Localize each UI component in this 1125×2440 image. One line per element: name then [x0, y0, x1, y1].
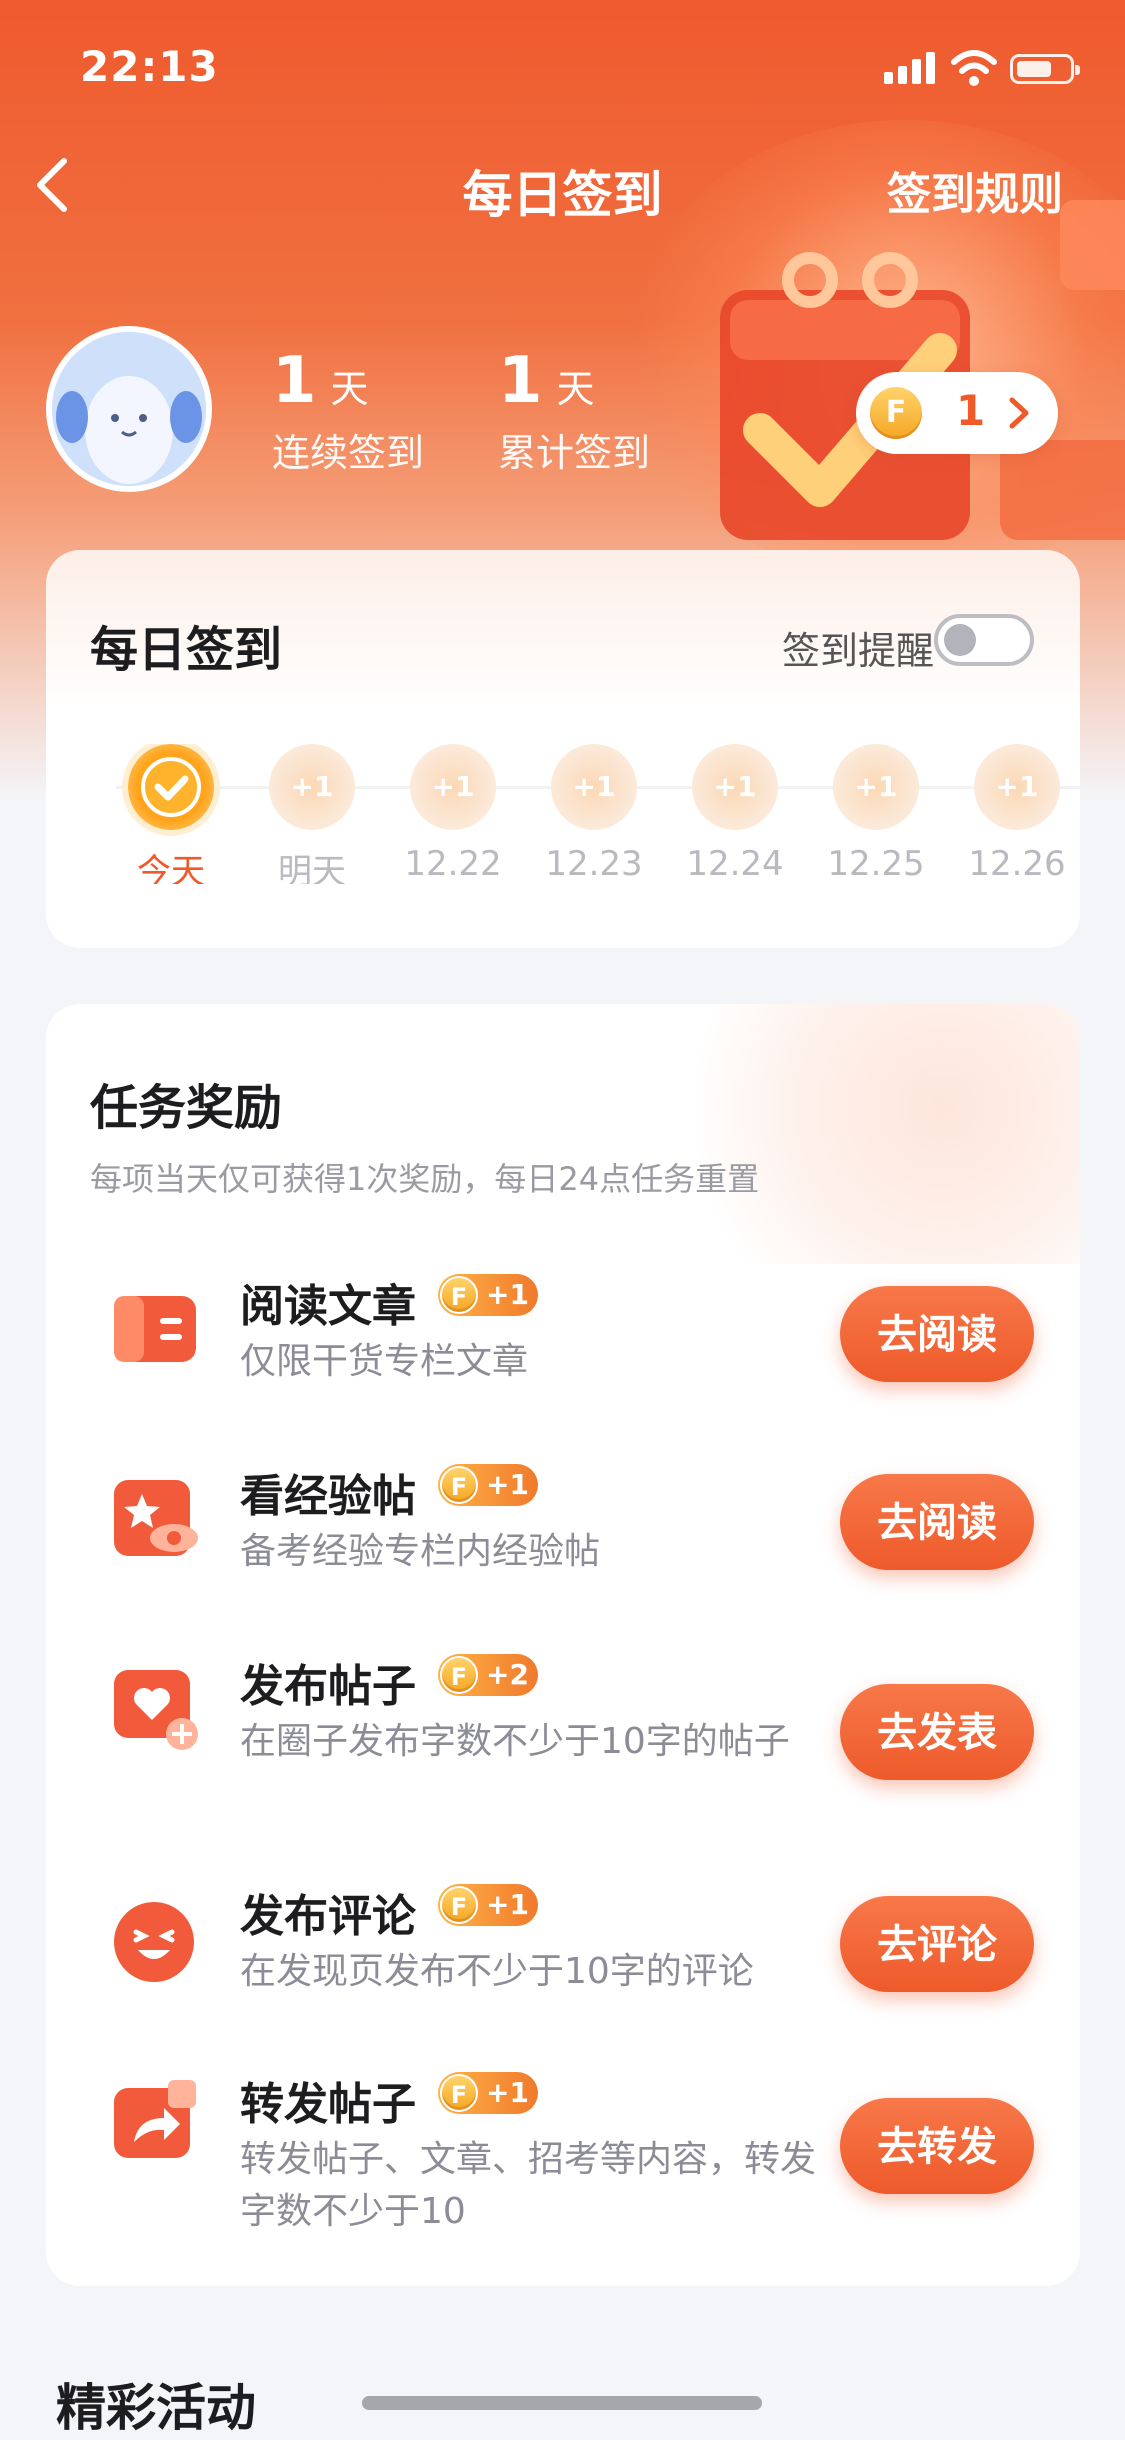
- coin-icon: F: [440, 2074, 478, 2112]
- reward-badge: F +1: [438, 1464, 538, 1506]
- reward-badge: F +1: [438, 1274, 538, 1316]
- coin-plus-icon: +1: [551, 744, 637, 830]
- total-stat: 1天 累计签到: [498, 344, 651, 475]
- coin-plus-icon: +1: [833, 744, 919, 830]
- day-item: +1 12.26: [947, 744, 1080, 884]
- mascot-icon: [52, 332, 206, 486]
- star-eye-icon: [114, 1480, 198, 1556]
- coin-icon: F: [870, 387, 922, 439]
- reward-badge: F +1: [438, 2072, 538, 2114]
- coin-plus-icon: +1: [974, 744, 1060, 830]
- task-card-subtitle: 每项当天仅可获得1次奖励，每日24点任务重置: [90, 1160, 760, 1198]
- go-post-button[interactable]: 去发表: [840, 1684, 1034, 1780]
- status-bar: 22:13: [0, 0, 1125, 140]
- status-time: 22:13: [80, 42, 219, 91]
- chevron-right-icon: [1009, 397, 1029, 429]
- day-today: 今天: [101, 744, 241, 884]
- coin-icon: F: [440, 1466, 478, 1504]
- task-rewards-card: 任务奖励 每项当天仅可获得1次奖励，每日24点任务重置 阅读文章 F +1 仅限…: [46, 1004, 1080, 2286]
- checkin-rules-link[interactable]: 签到规则: [887, 158, 1063, 222]
- go-share-button[interactable]: 去转发: [840, 2098, 1034, 2194]
- day-item: +1 12.22: [383, 744, 523, 884]
- checkin-days: 今天 +1 明天 +1 12.22 +1 12.23 +1 12.24 +1 1…: [90, 744, 1080, 884]
- check-coin-icon: [128, 744, 214, 830]
- streak-stat: 1天 连续签到: [272, 344, 425, 475]
- activities-section-title: 精彩活动: [56, 2379, 256, 2437]
- coin-icon: F: [440, 1886, 478, 1924]
- heart-post-icon: [114, 1670, 198, 1750]
- coin-plus-icon: +1: [692, 744, 778, 830]
- daily-checkin-card: 每日签到 签到提醒 今天 +1 明天 +1 12.22 +1 12.23 +1 …: [46, 550, 1080, 948]
- day-item: +1 12.24: [665, 744, 805, 884]
- reminder-label: 签到提醒: [781, 629, 934, 673]
- battery-icon: [1010, 54, 1080, 84]
- avatar[interactable]: [46, 326, 212, 492]
- coin-plus-icon: +1: [269, 744, 355, 830]
- go-comment-button[interactable]: 去评论: [840, 1896, 1034, 1992]
- go-read-button[interactable]: 去阅读: [840, 1474, 1034, 1570]
- coin-balance-button[interactable]: F 1: [856, 372, 1058, 454]
- smile-icon: [114, 1902, 194, 1982]
- go-read-button[interactable]: 去阅读: [840, 1286, 1034, 1382]
- task-card-title: 任务奖励: [90, 1080, 283, 1136]
- reminder-toggle[interactable]: [934, 614, 1034, 666]
- checkin-card-title: 每日签到: [90, 622, 283, 678]
- coin-icon: F: [440, 1276, 478, 1314]
- day-item: +1 12.23: [524, 744, 664, 884]
- home-indicator[interactable]: [362, 2396, 762, 2410]
- gift-illustration: [620, 1004, 1080, 1264]
- total-label: 累计签到: [498, 431, 651, 475]
- coin-icon: F: [440, 1656, 478, 1694]
- coin-amount: 1: [956, 386, 986, 435]
- share-icon: [114, 2080, 196, 2158]
- reward-badge: F +2: [438, 1654, 538, 1696]
- cellular-signal-icon: [884, 52, 936, 84]
- wifi-icon: [951, 50, 997, 86]
- reward-badge: F +1: [438, 1884, 538, 1926]
- day-item: +1 12.25: [806, 744, 946, 884]
- day-item: +1 明天: [242, 744, 382, 884]
- book-icon: [114, 1296, 196, 1362]
- coin-plus-icon: +1: [410, 744, 496, 830]
- streak-label: 连续签到: [272, 431, 425, 475]
